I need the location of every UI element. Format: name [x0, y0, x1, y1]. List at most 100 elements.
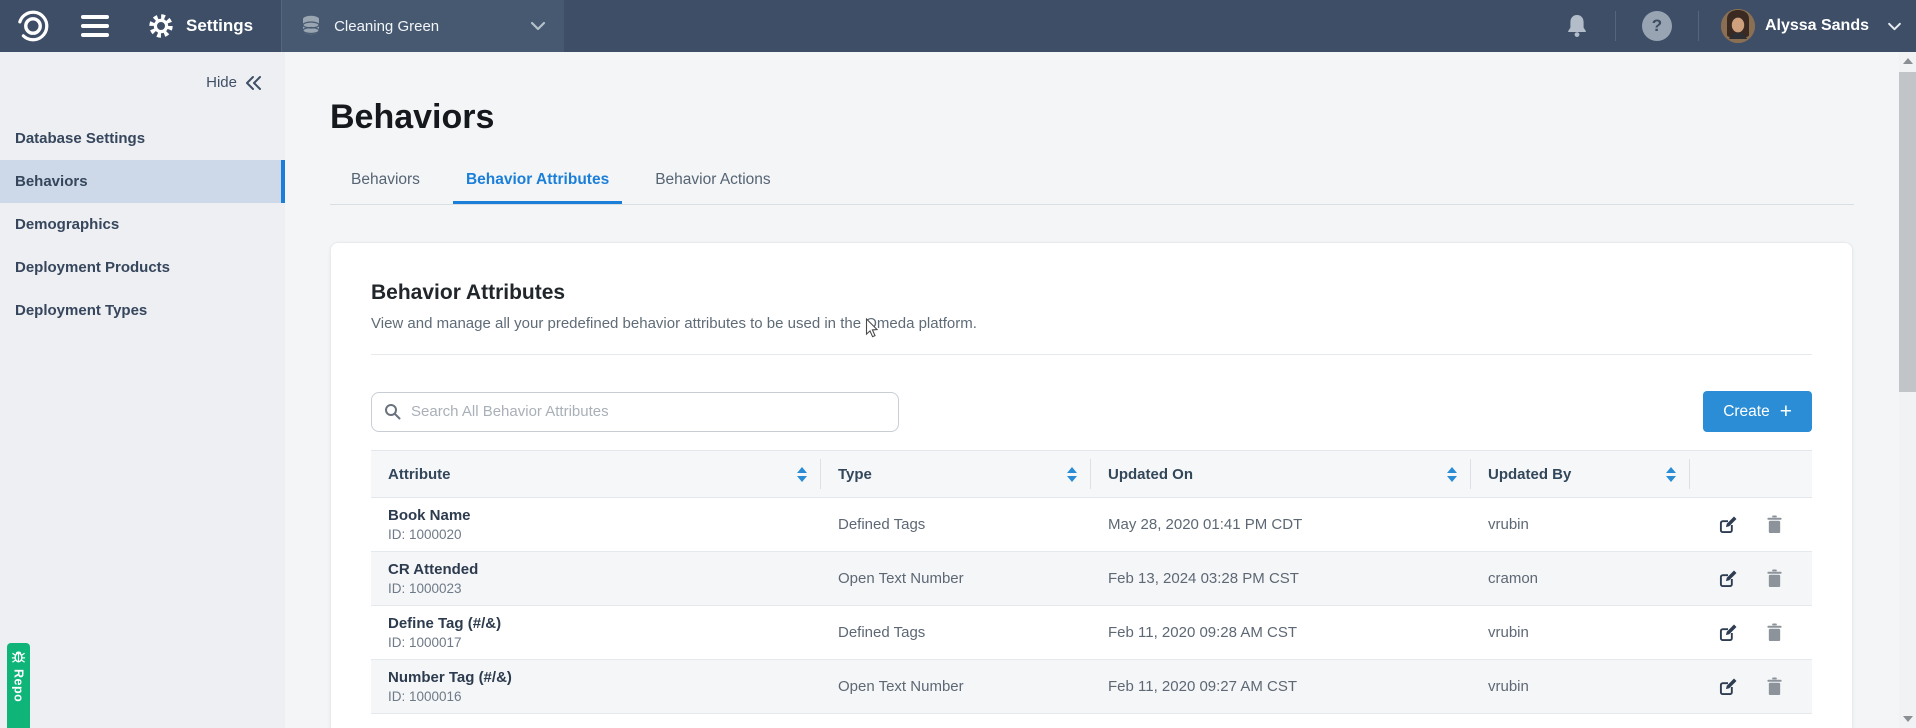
vertical-scrollbar[interactable]: [1899, 52, 1916, 728]
table-header-row: Attribute Type Updated On Updated By: [371, 450, 1812, 498]
table-row: CR Attended ID: 1000023 Open Text Number…: [371, 552, 1812, 606]
updated-on: Feb 13, 2024 03:28 PM CST: [1091, 570, 1471, 587]
updated-on: May 28, 2020 01:41 PM CDT: [1091, 516, 1471, 533]
settings-nav[interactable]: Settings: [124, 0, 281, 52]
avatar: [1721, 9, 1755, 43]
table-row: Define Tag (#/&) ID: 1000017 Defined Tag…: [371, 606, 1812, 660]
card-divider: [371, 354, 1812, 355]
sort-icon[interactable]: [1666, 467, 1676, 482]
table-row: Number Tag (#/&) ID: 1000016 Open Text N…: [371, 660, 1812, 714]
notifications-button[interactable]: [1539, 13, 1615, 39]
help-icon: ?: [1642, 11, 1672, 41]
attribute-id: ID: 1000020: [388, 527, 804, 542]
bug-icon: [11, 649, 26, 664]
user-name: Alyssa Sands: [1765, 17, 1869, 35]
updated-on: Feb 11, 2020 09:27 AM CST: [1091, 678, 1471, 695]
attribute-type: Defined Tags: [821, 516, 1091, 533]
sort-icon[interactable]: [1067, 467, 1077, 482]
attribute-type: Open Text Number: [821, 678, 1091, 695]
database-selector-label: Cleaning Green: [334, 18, 518, 35]
attribute-name[interactable]: CR Attended: [388, 561, 804, 578]
tab-behavior-actions[interactable]: Behavior Actions: [642, 165, 783, 204]
report-bug-label: Repo: [12, 669, 26, 702]
database-icon: [300, 14, 322, 38]
omeda-logo-icon[interactable]: [0, 7, 66, 45]
delete-button[interactable]: [1766, 623, 1783, 642]
user-menu[interactable]: Alyssa Sands: [1699, 9, 1916, 43]
attribute-name[interactable]: Book Name: [388, 507, 804, 524]
sidebar-item-demographics[interactable]: Demographics: [0, 203, 285, 246]
table-toolbar: Create +: [371, 391, 1812, 432]
double-chevron-left-icon: [245, 75, 263, 91]
sidebar-item-database-settings[interactable]: Database Settings: [0, 117, 285, 160]
card-title: Behavior Attributes: [371, 281, 1812, 305]
attribute-id: ID: 1000023: [388, 581, 804, 596]
top-navbar: Settings Cleaning Green: [0, 0, 1916, 52]
tab-bar: Behaviors Behavior Attributes Behavior A…: [330, 165, 1854, 205]
behavior-attributes-table: Attribute Type Updated On Updated By: [371, 450, 1812, 714]
search-icon: [384, 403, 401, 420]
sort-icon[interactable]: [1447, 467, 1457, 482]
edit-icon: [1719, 623, 1738, 642]
attribute-name[interactable]: Define Tag (#/&): [388, 615, 804, 632]
page-title: Behaviors: [330, 98, 1899, 137]
updated-on: Feb 11, 2020 09:28 AM CST: [1091, 624, 1471, 641]
sidebar-item-deployment-types[interactable]: Deployment Types: [0, 289, 285, 332]
sidebar-item-deployment-products[interactable]: Deployment Products: [0, 246, 285, 289]
column-header-type[interactable]: Type: [821, 451, 1091, 497]
trash-icon: [1766, 677, 1783, 696]
main-content: Behaviors Behaviors Behavior Attributes …: [285, 52, 1899, 728]
edit-button[interactable]: [1719, 569, 1738, 588]
hamburger-menu-icon[interactable]: [66, 15, 124, 37]
chevron-down-icon: [530, 21, 546, 31]
column-header-attribute[interactable]: Attribute: [371, 451, 821, 497]
updated-by: vrubin: [1471, 678, 1690, 695]
search-box[interactable]: [371, 392, 899, 432]
delete-button[interactable]: [1766, 515, 1783, 534]
tab-behavior-attributes[interactable]: Behavior Attributes: [453, 165, 622, 204]
hide-label: Hide: [206, 74, 237, 91]
column-header-updated-on[interactable]: Updated On: [1091, 451, 1471, 497]
edit-button[interactable]: [1719, 623, 1738, 642]
help-button[interactable]: ?: [1616, 11, 1698, 41]
scrollbar-thumb[interactable]: [1899, 72, 1916, 392]
sidebar-item-behaviors[interactable]: Behaviors: [0, 160, 285, 203]
attribute-type: Open Text Number: [821, 570, 1091, 587]
bell-icon: [1565, 13, 1589, 39]
tab-behaviors[interactable]: Behaviors: [338, 165, 433, 204]
gear-icon: [148, 13, 174, 39]
delete-button[interactable]: [1766, 569, 1783, 588]
report-bug-badge[interactable]: Repo: [7, 643, 30, 728]
trash-icon: [1766, 623, 1783, 642]
search-input[interactable]: [411, 403, 886, 420]
delete-button[interactable]: [1766, 677, 1783, 696]
scroll-up-arrow[interactable]: [1899, 52, 1916, 70]
attribute-type: Defined Tags: [821, 624, 1091, 641]
updated-by: vrubin: [1471, 516, 1690, 533]
edit-button[interactable]: [1719, 677, 1738, 696]
chevron-down-icon: [1887, 22, 1902, 31]
trash-icon: [1766, 569, 1783, 588]
attribute-id: ID: 1000016: [388, 689, 804, 704]
column-header-updated-by[interactable]: Updated By: [1471, 451, 1690, 497]
settings-label: Settings: [186, 16, 253, 36]
create-button[interactable]: Create +: [1703, 391, 1812, 432]
card-description: View and manage all your predefined beha…: [371, 315, 1812, 332]
attribute-id: ID: 1000017: [388, 635, 804, 650]
hide-sidebar-button[interactable]: Hide: [0, 52, 285, 117]
edit-icon: [1719, 569, 1738, 588]
scroll-down-arrow[interactable]: [1899, 710, 1916, 728]
trash-icon: [1766, 515, 1783, 534]
edit-icon: [1719, 515, 1738, 534]
column-header-actions: [1690, 451, 1812, 497]
edit-button[interactable]: [1719, 515, 1738, 534]
settings-sidebar: Hide Database Settings Behaviors Demogra…: [0, 52, 285, 728]
updated-by: vrubin: [1471, 624, 1690, 641]
behavior-attributes-card: Behavior Attributes View and manage all …: [330, 242, 1853, 728]
attribute-name[interactable]: Number Tag (#/&): [388, 669, 804, 686]
edit-icon: [1719, 677, 1738, 696]
plus-icon: +: [1780, 401, 1792, 422]
sort-icon[interactable]: [797, 467, 807, 482]
table-row: Book Name ID: 1000020 Defined Tags May 2…: [371, 498, 1812, 552]
database-selector[interactable]: Cleaning Green: [282, 0, 564, 52]
